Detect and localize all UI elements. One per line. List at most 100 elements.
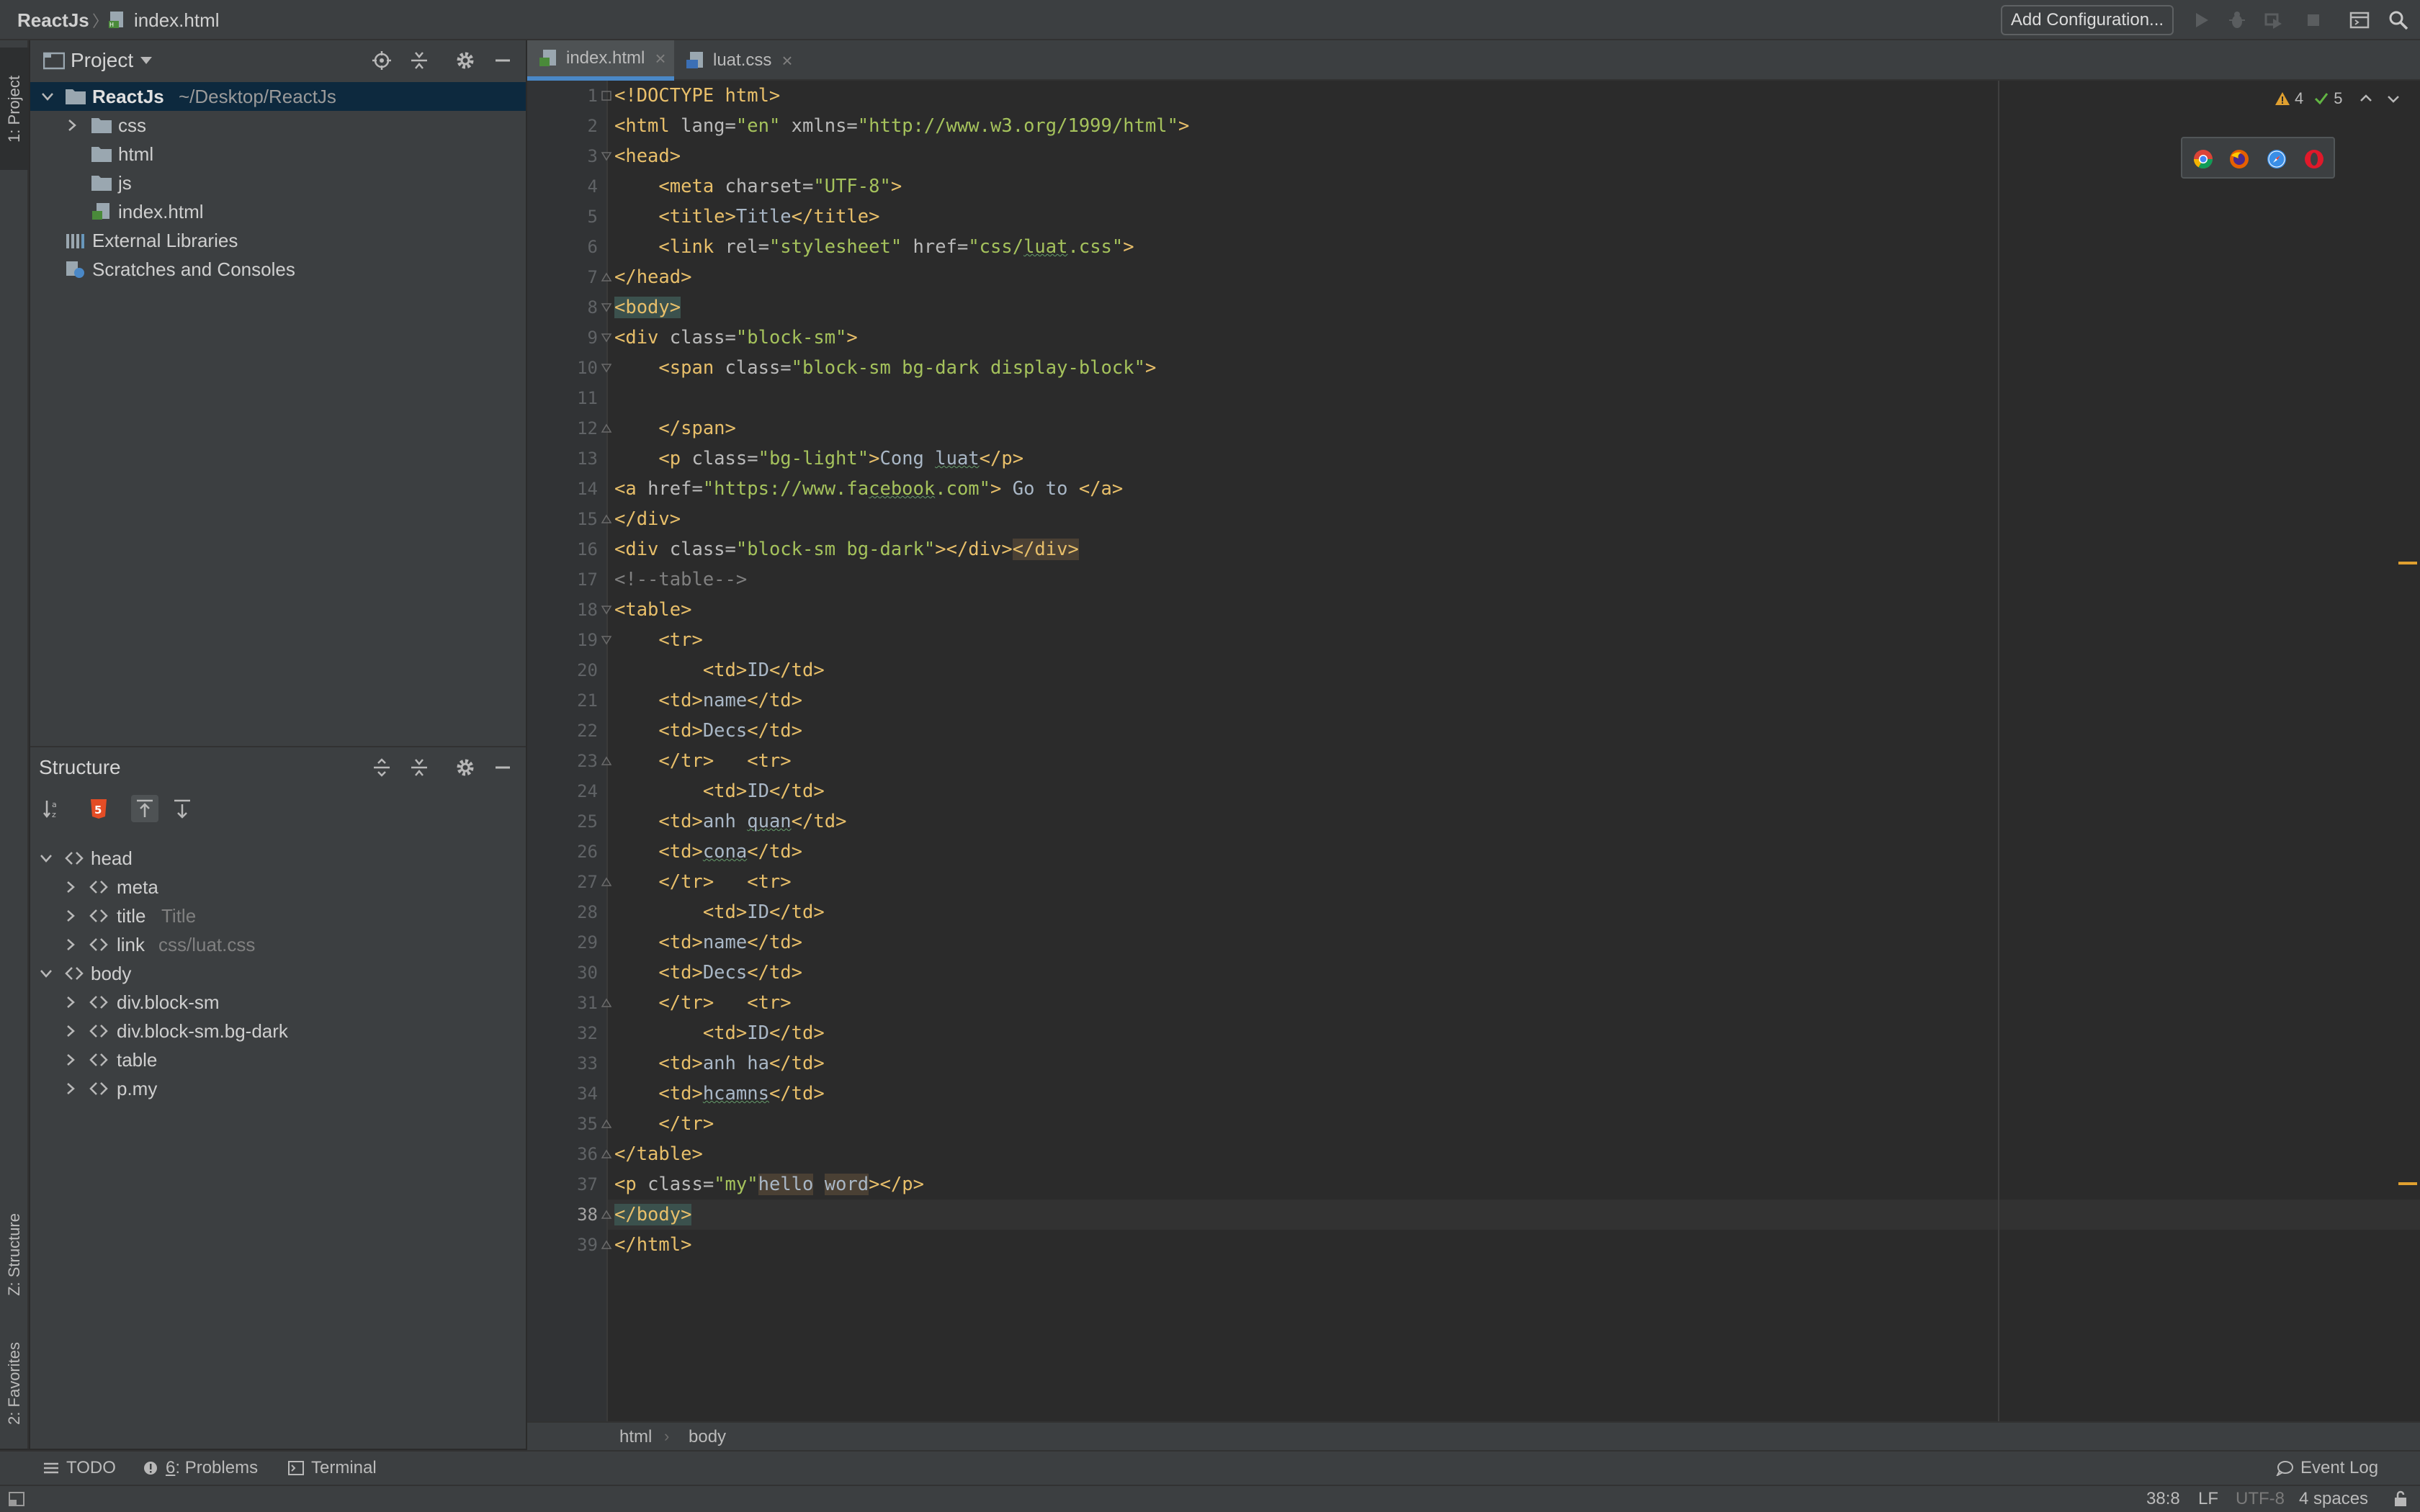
nav-file-crumb[interactable]: H index.html xyxy=(108,0,220,40)
chevron-right-icon[interactable] xyxy=(63,909,78,923)
search-icon[interactable] xyxy=(2388,10,2408,30)
right-margin-guide xyxy=(1998,81,1999,1421)
tree-item-index-html[interactable]: index.html xyxy=(30,197,526,226)
tree-item-css[interactable]: css xyxy=(30,111,526,140)
struct-item-body[interactable]: body xyxy=(30,959,526,988)
code-token: ></p> xyxy=(869,1174,924,1195)
fold-icon[interactable] xyxy=(601,271,612,283)
coverage-icon[interactable] xyxy=(2263,10,2283,30)
fold-icon[interactable] xyxy=(601,362,612,374)
close-icon[interactable]: × xyxy=(781,50,792,72)
code-token: > xyxy=(890,176,902,197)
fold-icon[interactable] xyxy=(601,1209,612,1220)
tree-item-scratches[interactable]: Scratches and Consoles xyxy=(30,255,526,284)
chevron-right-icon[interactable] xyxy=(63,1024,78,1038)
todo-tool-button[interactable]: TODO xyxy=(43,1452,116,1485)
line-separator[interactable]: LF xyxy=(2198,1486,2218,1512)
struct-item-table[interactable]: table xyxy=(30,1045,526,1074)
tree-item-js[interactable]: js xyxy=(30,168,526,197)
inspection-widget[interactable]: 4 5 xyxy=(2275,88,2401,109)
struct-item-head[interactable]: head xyxy=(30,844,526,873)
autoscroll-from-source-icon[interactable] xyxy=(169,795,196,822)
tree-item-html[interactable]: html xyxy=(30,140,526,168)
project-panel-title[interactable]: Project xyxy=(71,49,133,72)
debug-icon[interactable] xyxy=(2227,10,2247,30)
fold-icon[interactable] xyxy=(601,876,612,888)
chevron-down-icon[interactable] xyxy=(40,89,55,104)
sort-alpha-icon[interactable]: az xyxy=(39,795,66,822)
fold-icon[interactable] xyxy=(601,634,612,646)
html5-icon[interactable]: 5 xyxy=(85,795,112,822)
tree-item-external-libraries[interactable]: External Libraries xyxy=(30,226,526,255)
caret-position[interactable]: 38:8 xyxy=(2146,1486,2180,1512)
fold-icon[interactable] xyxy=(601,150,612,162)
locate-icon[interactable] xyxy=(372,50,392,71)
breadcrumb-body[interactable]: body xyxy=(689,1427,726,1447)
minimize-icon[interactable] xyxy=(493,757,513,778)
fold-icon[interactable] xyxy=(601,513,612,525)
indent-setting[interactable]: 4 spaces xyxy=(2299,1486,2368,1512)
chevron-right-icon[interactable] xyxy=(63,995,78,1009)
struct-item-link[interactable]: link css/luat.css xyxy=(30,930,526,959)
collapse-all-icon[interactable] xyxy=(409,50,429,71)
add-configuration-button[interactable]: Add Configuration... xyxy=(2001,5,2174,35)
chevron-right-icon[interactable] xyxy=(63,880,78,894)
stop-icon[interactable] xyxy=(2303,10,2323,30)
fold-icon[interactable] xyxy=(601,302,612,313)
fold-icon[interactable] xyxy=(601,332,612,343)
warning-marker[interactable] xyxy=(2398,1182,2417,1185)
chevron-right-icon[interactable] xyxy=(63,1081,78,1096)
struct-item-p-my[interactable]: p.my xyxy=(30,1074,526,1103)
struct-item-div-block-sm-bg-dark[interactable]: div.block-sm.bg-dark xyxy=(30,1017,526,1045)
collapse-all-icon[interactable] xyxy=(409,757,429,778)
tab-favorites-tool[interactable]: 2: Favorites xyxy=(0,1315,29,1452)
gear-icon[interactable] xyxy=(455,50,475,71)
run-icon[interactable] xyxy=(2191,10,2211,30)
fold-icon[interactable] xyxy=(601,1148,612,1160)
chevron-down-icon[interactable] xyxy=(2386,91,2401,106)
chevron-right-icon[interactable] xyxy=(65,118,79,132)
event-log-button[interactable]: Event Log xyxy=(2276,1452,2378,1485)
window-toggle-icon[interactable] xyxy=(9,1492,24,1506)
tab-project-tool[interactable]: 1: Project xyxy=(0,48,29,170)
safari-icon[interactable] xyxy=(2266,148,2287,170)
fold-icon[interactable] xyxy=(601,90,612,102)
struct-item-div-block-sm[interactable]: div.block-sm xyxy=(30,988,526,1017)
fold-icon[interactable] xyxy=(601,997,612,1009)
nav-project-crumb[interactable]: ReactJs xyxy=(17,0,89,40)
line-number: 18 xyxy=(577,600,598,620)
firefox-icon[interactable] xyxy=(2228,148,2250,170)
warning-marker[interactable] xyxy=(2398,562,2417,564)
opera-icon[interactable] xyxy=(2303,148,2325,170)
fold-icon[interactable] xyxy=(601,423,612,434)
struct-item-title[interactable]: title Title xyxy=(30,901,526,930)
tree-item-root[interactable]: ReactJs ~/Desktop/ReactJs xyxy=(30,82,526,111)
fold-icon[interactable] xyxy=(601,1239,612,1251)
lock-icon[interactable] xyxy=(2393,1490,2408,1508)
close-icon[interactable]: × xyxy=(655,48,666,70)
struct-item-meta[interactable]: meta xyxy=(30,873,526,901)
chevron-down-icon[interactable] xyxy=(39,966,53,981)
gear-icon[interactable] xyxy=(455,757,475,778)
status-bar: 38:8 LF UTF-8 4 spaces xyxy=(0,1485,2420,1512)
chrome-icon[interactable] xyxy=(2192,148,2214,170)
autoscroll-to-source-icon[interactable] xyxy=(131,795,158,822)
terminal-tool-button[interactable]: Terminal xyxy=(288,1452,377,1485)
problems-tool-button[interactable]: 6 : Problems xyxy=(143,1452,258,1485)
tab-index-html[interactable]: index.html × xyxy=(527,40,674,81)
tab-structure-tool[interactable]: Z: Structure xyxy=(0,1182,29,1326)
fold-icon[interactable] xyxy=(601,755,612,767)
chevron-up-icon[interactable] xyxy=(2359,91,2373,106)
tab-luat-css[interactable]: luat.css × xyxy=(676,40,812,81)
run-anything-icon[interactable] xyxy=(2349,10,2370,30)
file-encoding[interactable]: UTF-8 xyxy=(2236,1486,2285,1512)
minimize-icon[interactable] xyxy=(493,50,513,71)
chevron-down-icon[interactable] xyxy=(39,851,53,865)
fold-icon[interactable] xyxy=(601,1118,612,1130)
chevron-right-icon[interactable] xyxy=(63,1053,78,1067)
chevron-right-icon[interactable] xyxy=(63,937,78,952)
expand-all-icon[interactable] xyxy=(372,757,392,778)
breadcrumb-html[interactable]: html xyxy=(619,1427,652,1447)
fold-icon[interactable] xyxy=(601,604,612,616)
chevron-down-icon[interactable] xyxy=(140,56,153,65)
